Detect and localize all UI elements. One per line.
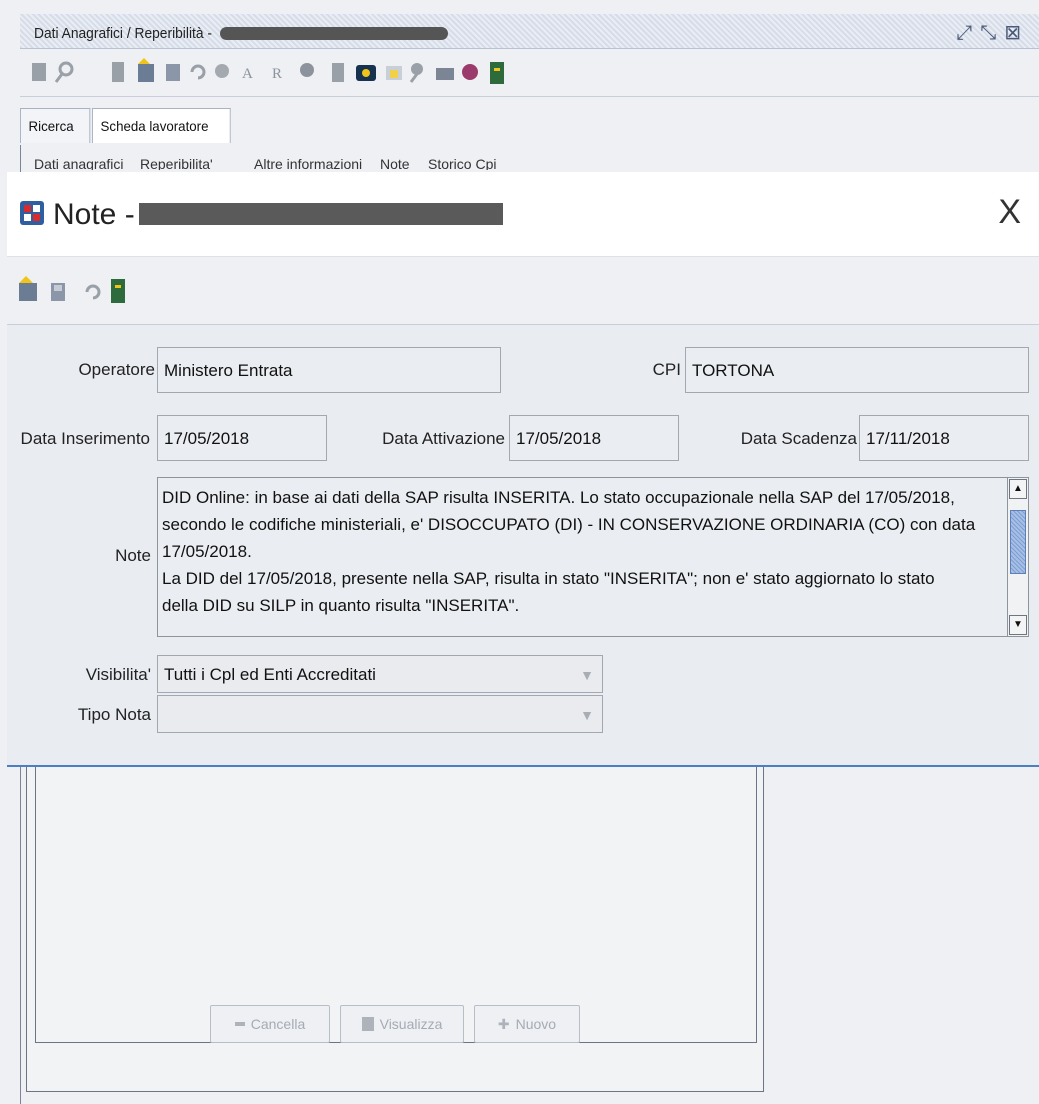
redacted-text — [139, 203, 503, 225]
cancella-button[interactable]: Cancella — [210, 1005, 330, 1043]
scroll-down-icon[interactable]: ▼ — [1009, 615, 1027, 635]
visualizza-button[interactable]: Visualizza — [340, 1005, 464, 1043]
pin-icon[interactable] — [409, 63, 423, 83]
visibilita-value: Tutti i Cpl ed Enti Accreditati — [164, 665, 376, 684]
cpi-label: CPI — [652, 360, 681, 379]
tab-scheda-lavoratore[interactable]: Scheda lavoratore — [92, 108, 231, 143]
plus-icon: ✚ — [497, 1015, 510, 1032]
data-attivazione-label: Data Attivazione — [382, 429, 505, 448]
tab-storico-cpi[interactable]: Storico Cpi — [428, 156, 496, 170]
text-a-icon[interactable]: A — [242, 66, 253, 82]
background-title-bar: Dati Anagrafici / Reperibilità - ⤢⤡⊠ — [20, 14, 1039, 49]
text-r-icon[interactable]: R — [272, 66, 282, 82]
note-scrollbar[interactable]: ▲ ▼ — [1007, 478, 1028, 636]
new-record-icon[interactable] — [138, 58, 154, 82]
visibilita-select[interactable]: Tutti i Cpl ed Enti Accreditati ▼ — [157, 655, 603, 693]
visualizza-label: Visualizza — [379, 1016, 443, 1032]
shield-icon[interactable] — [215, 64, 229, 78]
search-icon[interactable] — [54, 61, 74, 83]
app-icon — [20, 201, 44, 225]
window-controls[interactable]: ⤢⤡⊠ — [956, 20, 1029, 45]
cancella-label: Cancella — [250, 1016, 306, 1032]
background-toolbar: A R — [20, 50, 1039, 97]
tipo-nota-label: Tipo Nota — [77, 705, 151, 724]
note-text[interactable]: DID Online: in base ai dati della SAP ri… — [162, 484, 1002, 619]
operatore-label: Operatore — [78, 360, 155, 379]
scroll-up-icon[interactable]: ▲ — [1009, 479, 1027, 499]
dialog-title: Note - — [53, 198, 135, 231]
visibilita-label: Visibilita' — [85, 665, 151, 684]
restore-icon[interactable]: ⤢ — [956, 22, 980, 44]
chevron-down-icon[interactable]: ▼ — [580, 656, 594, 694]
nuovo-label: Nuovo — [515, 1016, 557, 1032]
new-record-icon[interactable] — [19, 276, 37, 301]
tab-reperibilita[interactable]: Reperibilita' — [140, 156, 213, 170]
exit-icon[interactable] — [490, 62, 504, 84]
data-scadenza-label: Data Scadenza — [740, 429, 857, 448]
tab-ricerca[interactable]: Ricerca — [20, 108, 91, 143]
scroll-thumb[interactable] — [1010, 510, 1026, 574]
data-scadenza-field[interactable]: 17/11/2018 — [859, 415, 1029, 461]
undo-icon[interactable] — [85, 284, 101, 300]
dialog-toolbar-icons — [19, 276, 125, 303]
data-attivazione-field[interactable]: 17/05/2018 — [509, 415, 679, 461]
tab-dati-anagrafici[interactable]: Dati anagrafici — [34, 156, 124, 170]
view-icon — [361, 1017, 374, 1031]
minus-icon — [234, 1022, 245, 1026]
background-title: Dati Anagrafici / Reperibilità - — [34, 25, 212, 42]
note-label: Note — [115, 546, 151, 565]
tools-icon[interactable] — [300, 63, 314, 77]
svg-text:A: A — [242, 66, 253, 82]
help-icon[interactable] — [462, 64, 478, 80]
nuovo-button[interactable]: ✚ Nuovo — [474, 1005, 580, 1043]
dialog-toolbar — [7, 256, 1039, 325]
notes-list[interactable] — [35, 763, 757, 1043]
print-icon[interactable] — [436, 68, 454, 80]
close-icon[interactable]: X — [998, 192, 1021, 232]
tipo-nota-select[interactable]: ▼ — [157, 695, 603, 733]
close-box-icon[interactable]: ⊠ — [1004, 22, 1029, 44]
tab-altre-informazioni[interactable]: Altre informazioni — [254, 156, 362, 170]
note-dialog: Note - X Operatore Ministero Entrata CPI… — [7, 172, 1039, 767]
dialog-form: Operatore Ministero Entrata CPI TORTONA … — [7, 324, 1039, 767]
data-inserimento-field[interactable]: 17/05/2018 — [157, 415, 327, 461]
tab-note[interactable]: Note — [380, 156, 410, 170]
sub-tabs: Dati anagrafici Reperibilita' Altre info… — [22, 150, 582, 170]
folder-icon[interactable] — [386, 66, 402, 80]
book-icon[interactable] — [332, 63, 344, 82]
edit-icon[interactable] — [32, 63, 46, 81]
exit-icon[interactable] — [111, 279, 125, 303]
cpi-field[interactable]: TORTONA — [685, 347, 1029, 393]
chevron-down-icon[interactable]: ▼ — [580, 696, 594, 734]
maximize-icon[interactable]: ⤡ — [980, 22, 1004, 44]
undo-icon[interactable] — [190, 64, 206, 80]
note-textarea[interactable]: DID Online: in base ai dati della SAP ri… — [157, 477, 1029, 637]
operatore-field[interactable]: Ministero Entrata — [157, 347, 501, 393]
dialog-title-bar: Note - X — [7, 172, 1039, 256]
document-icon[interactable] — [112, 62, 124, 82]
save-icon[interactable] — [51, 283, 65, 301]
toolbar-icons: A R — [32, 58, 504, 84]
camera-icon[interactable] — [356, 65, 376, 81]
redacted-text — [220, 27, 448, 40]
save-icon[interactable] — [166, 64, 180, 81]
data-inserimento-label: Data Inserimento — [20, 429, 150, 448]
svg-text:R: R — [272, 66, 282, 82]
